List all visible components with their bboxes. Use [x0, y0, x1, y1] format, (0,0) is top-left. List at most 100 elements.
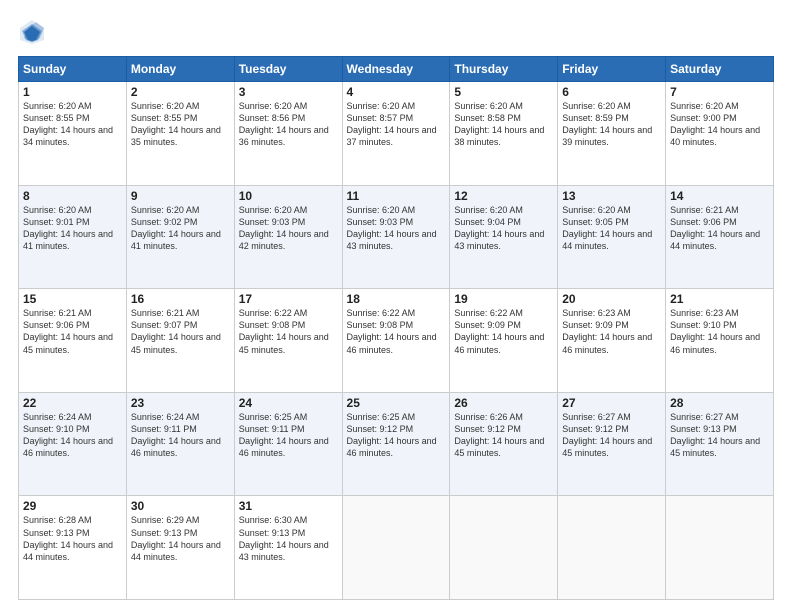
calendar-cell	[558, 496, 666, 600]
day-number: 16	[131, 292, 230, 306]
logo-icon	[18, 18, 46, 46]
day-number: 19	[454, 292, 553, 306]
day-number: 27	[562, 396, 661, 410]
day-header-wednesday: Wednesday	[342, 57, 450, 82]
calendar-cell: 25 Sunrise: 6:25 AM Sunset: 9:12 PM Dayl…	[342, 392, 450, 496]
day-info: Sunrise: 6:26 AM Sunset: 9:12 PM Dayligh…	[454, 411, 553, 460]
day-number: 14	[670, 189, 769, 203]
day-number: 29	[23, 499, 122, 513]
day-number: 31	[239, 499, 338, 513]
calendar-cell: 11 Sunrise: 6:20 AM Sunset: 9:03 PM Dayl…	[342, 185, 450, 289]
calendar-cell: 27 Sunrise: 6:27 AM Sunset: 9:12 PM Dayl…	[558, 392, 666, 496]
day-info: Sunrise: 6:25 AM Sunset: 9:12 PM Dayligh…	[347, 411, 446, 460]
calendar-cell: 15 Sunrise: 6:21 AM Sunset: 9:06 PM Dayl…	[19, 289, 127, 393]
day-number: 8	[23, 189, 122, 203]
calendar-cell: 12 Sunrise: 6:20 AM Sunset: 9:04 PM Dayl…	[450, 185, 558, 289]
calendar-cell: 19 Sunrise: 6:22 AM Sunset: 9:09 PM Dayl…	[450, 289, 558, 393]
calendar-cell: 21 Sunrise: 6:23 AM Sunset: 9:10 PM Dayl…	[666, 289, 774, 393]
calendar-cell: 24 Sunrise: 6:25 AM Sunset: 9:11 PM Dayl…	[234, 392, 342, 496]
day-header-sunday: Sunday	[19, 57, 127, 82]
day-number: 15	[23, 292, 122, 306]
day-info: Sunrise: 6:25 AM Sunset: 9:11 PM Dayligh…	[239, 411, 338, 460]
calendar-cell: 2 Sunrise: 6:20 AM Sunset: 8:55 PM Dayli…	[126, 82, 234, 186]
day-info: Sunrise: 6:28 AM Sunset: 9:13 PM Dayligh…	[23, 514, 122, 563]
day-header-tuesday: Tuesday	[234, 57, 342, 82]
day-number: 1	[23, 85, 122, 99]
calendar-cell: 23 Sunrise: 6:24 AM Sunset: 9:11 PM Dayl…	[126, 392, 234, 496]
day-info: Sunrise: 6:20 AM Sunset: 8:55 PM Dayligh…	[131, 100, 230, 149]
day-info: Sunrise: 6:24 AM Sunset: 9:11 PM Dayligh…	[131, 411, 230, 460]
day-info: Sunrise: 6:22 AM Sunset: 9:08 PM Dayligh…	[239, 307, 338, 356]
calendar-cell	[342, 496, 450, 600]
day-number: 25	[347, 396, 446, 410]
calendar-cell: 17 Sunrise: 6:22 AM Sunset: 9:08 PM Dayl…	[234, 289, 342, 393]
logo	[18, 18, 50, 46]
day-header-friday: Friday	[558, 57, 666, 82]
day-header-monday: Monday	[126, 57, 234, 82]
calendar-week-1: 1 Sunrise: 6:20 AM Sunset: 8:55 PM Dayli…	[19, 82, 774, 186]
calendar-cell: 29 Sunrise: 6:28 AM Sunset: 9:13 PM Dayl…	[19, 496, 127, 600]
day-number: 30	[131, 499, 230, 513]
calendar-cell: 1 Sunrise: 6:20 AM Sunset: 8:55 PM Dayli…	[19, 82, 127, 186]
day-info: Sunrise: 6:20 AM Sunset: 8:57 PM Dayligh…	[347, 100, 446, 149]
day-info: Sunrise: 6:20 AM Sunset: 9:03 PM Dayligh…	[239, 204, 338, 253]
calendar-cell: 9 Sunrise: 6:20 AM Sunset: 9:02 PM Dayli…	[126, 185, 234, 289]
calendar-cell: 13 Sunrise: 6:20 AM Sunset: 9:05 PM Dayl…	[558, 185, 666, 289]
day-number: 3	[239, 85, 338, 99]
calendar-week-2: 8 Sunrise: 6:20 AM Sunset: 9:01 PM Dayli…	[19, 185, 774, 289]
day-info: Sunrise: 6:30 AM Sunset: 9:13 PM Dayligh…	[239, 514, 338, 563]
day-number: 7	[670, 85, 769, 99]
day-info: Sunrise: 6:20 AM Sunset: 8:58 PM Dayligh…	[454, 100, 553, 149]
day-number: 22	[23, 396, 122, 410]
day-info: Sunrise: 6:20 AM Sunset: 9:01 PM Dayligh…	[23, 204, 122, 253]
calendar-cell: 10 Sunrise: 6:20 AM Sunset: 9:03 PM Dayl…	[234, 185, 342, 289]
day-number: 21	[670, 292, 769, 306]
day-info: Sunrise: 6:21 AM Sunset: 9:06 PM Dayligh…	[670, 204, 769, 253]
calendar-cell: 28 Sunrise: 6:27 AM Sunset: 9:13 PM Dayl…	[666, 392, 774, 496]
day-number: 6	[562, 85, 661, 99]
calendar-cell: 18 Sunrise: 6:22 AM Sunset: 9:08 PM Dayl…	[342, 289, 450, 393]
day-info: Sunrise: 6:20 AM Sunset: 9:05 PM Dayligh…	[562, 204, 661, 253]
calendar-cell: 30 Sunrise: 6:29 AM Sunset: 9:13 PM Dayl…	[126, 496, 234, 600]
day-number: 26	[454, 396, 553, 410]
calendar-cell: 6 Sunrise: 6:20 AM Sunset: 8:59 PM Dayli…	[558, 82, 666, 186]
day-info: Sunrise: 6:20 AM Sunset: 8:59 PM Dayligh…	[562, 100, 661, 149]
calendar-cell: 14 Sunrise: 6:21 AM Sunset: 9:06 PM Dayl…	[666, 185, 774, 289]
day-info: Sunrise: 6:21 AM Sunset: 9:06 PM Dayligh…	[23, 307, 122, 356]
calendar-table: SundayMondayTuesdayWednesdayThursdayFrid…	[18, 56, 774, 600]
calendar-week-3: 15 Sunrise: 6:21 AM Sunset: 9:06 PM Dayl…	[19, 289, 774, 393]
page: SundayMondayTuesdayWednesdayThursdayFrid…	[0, 0, 792, 612]
day-info: Sunrise: 6:24 AM Sunset: 9:10 PM Dayligh…	[23, 411, 122, 460]
day-number: 18	[347, 292, 446, 306]
day-info: Sunrise: 6:22 AM Sunset: 9:08 PM Dayligh…	[347, 307, 446, 356]
day-number: 20	[562, 292, 661, 306]
day-info: Sunrise: 6:27 AM Sunset: 9:12 PM Dayligh…	[562, 411, 661, 460]
calendar-cell: 26 Sunrise: 6:26 AM Sunset: 9:12 PM Dayl…	[450, 392, 558, 496]
day-number: 5	[454, 85, 553, 99]
day-info: Sunrise: 6:20 AM Sunset: 8:55 PM Dayligh…	[23, 100, 122, 149]
calendar-week-4: 22 Sunrise: 6:24 AM Sunset: 9:10 PM Dayl…	[19, 392, 774, 496]
day-header-saturday: Saturday	[666, 57, 774, 82]
calendar-week-5: 29 Sunrise: 6:28 AM Sunset: 9:13 PM Dayl…	[19, 496, 774, 600]
calendar-cell	[666, 496, 774, 600]
day-info: Sunrise: 6:22 AM Sunset: 9:09 PM Dayligh…	[454, 307, 553, 356]
day-info: Sunrise: 6:20 AM Sunset: 8:56 PM Dayligh…	[239, 100, 338, 149]
day-info: Sunrise: 6:20 AM Sunset: 9:00 PM Dayligh…	[670, 100, 769, 149]
day-number: 13	[562, 189, 661, 203]
calendar-cell: 7 Sunrise: 6:20 AM Sunset: 9:00 PM Dayli…	[666, 82, 774, 186]
day-number: 2	[131, 85, 230, 99]
day-info: Sunrise: 6:20 AM Sunset: 9:04 PM Dayligh…	[454, 204, 553, 253]
day-info: Sunrise: 6:29 AM Sunset: 9:13 PM Dayligh…	[131, 514, 230, 563]
calendar-cell: 20 Sunrise: 6:23 AM Sunset: 9:09 PM Dayl…	[558, 289, 666, 393]
day-info: Sunrise: 6:21 AM Sunset: 9:07 PM Dayligh…	[131, 307, 230, 356]
day-info: Sunrise: 6:23 AM Sunset: 9:09 PM Dayligh…	[562, 307, 661, 356]
calendar-cell: 8 Sunrise: 6:20 AM Sunset: 9:01 PM Dayli…	[19, 185, 127, 289]
calendar-cell: 16 Sunrise: 6:21 AM Sunset: 9:07 PM Dayl…	[126, 289, 234, 393]
day-number: 24	[239, 396, 338, 410]
day-number: 9	[131, 189, 230, 203]
day-number: 10	[239, 189, 338, 203]
day-number: 23	[131, 396, 230, 410]
calendar-cell: 4 Sunrise: 6:20 AM Sunset: 8:57 PM Dayli…	[342, 82, 450, 186]
calendar-cell	[450, 496, 558, 600]
calendar-cell: 3 Sunrise: 6:20 AM Sunset: 8:56 PM Dayli…	[234, 82, 342, 186]
